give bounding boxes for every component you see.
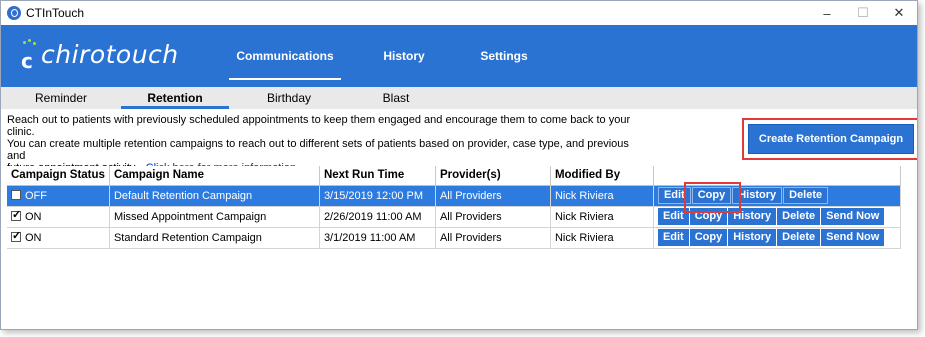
campaign-name-cell: Missed Appointment Campaign [109,206,320,228]
history-button[interactable]: History [728,229,777,246]
modified-by-cell: Nick Riviera [550,185,654,207]
tab-retention[interactable]: Retention [121,87,229,109]
status-cell[interactable]: ON [7,206,110,228]
edit-button[interactable]: Edit [657,229,689,246]
next-run-cell: 3/1/2019 11:00 AM [319,227,436,249]
nav-communications[interactable]: Communications [221,25,349,87]
status-checkbox[interactable] [11,189,21,200]
next-run-cell: 3/15/2019 12:00 PM [319,185,436,207]
copy-button[interactable]: Copy [689,229,728,246]
tab-reminder[interactable]: Reminder [1,87,121,109]
chirotouch-logo: c chirotouch [19,39,179,73]
campaign-table: Campaign Status Campaign Name Next Run T… [7,166,902,249]
edit-button[interactable]: Edit [657,187,691,204]
header-bar: c chirotouch Communications History Sett… [1,25,917,87]
send-now-button[interactable]: Send Now [821,229,885,246]
app-window: CTInTouch – ☐ ✕ c chirotouch Communicati… [0,0,918,330]
window-title: CTInTouch [26,6,85,20]
campaign-name-cell: Standard Retention Campaign [109,227,320,249]
description: Reach out to patients with previously sc… [7,114,637,174]
logo-text: chirotouch [41,39,179,69]
copy-button[interactable]: Copy [689,208,728,225]
actions-cell: Edit Copy History Delete Send Now [653,227,902,249]
col-campaign-name[interactable]: Campaign Name [109,166,320,186]
status-checkbox[interactable] [11,208,21,221]
subtab-bar: Reminder Retention Birthday Blast [1,87,917,109]
send-now-button[interactable]: Send Now [821,208,885,225]
actions-cell: Edit Copy History Delete Send Now [653,206,902,228]
delete-button[interactable]: Delete [783,187,829,204]
title-bar: CTInTouch – ☐ ✕ [1,1,917,25]
delete-button[interactable]: Delete [777,208,821,225]
maximize-button[interactable]: ☐ [845,1,881,25]
status-cell[interactable]: OFF [7,185,110,207]
description-line-1: Reach out to patients with previously sc… [7,114,631,138]
status-cell[interactable]: ON [7,227,110,249]
minimize-button[interactable]: – [809,1,845,25]
campaign-name-cell: Default Retention Campaign [109,185,320,207]
col-modified-by[interactable]: Modified By [550,166,654,186]
table-row[interactable]: ON Standard Retention Campaign 3/1/2019 … [7,227,902,249]
tab-blast[interactable]: Blast [349,87,443,109]
tab-birthday[interactable]: Birthday [229,87,349,109]
col-providers[interactable]: Provider(s) [435,166,551,186]
col-campaign-status[interactable]: Campaign Status [7,166,110,186]
delete-button[interactable]: Delete [777,229,821,246]
edit-button[interactable]: Edit [657,208,689,225]
create-button-highlight: Create Retention Campaign [742,118,917,160]
modified-by-cell: Nick Riviera [550,227,654,249]
providers-cell: All Providers [435,185,551,207]
nav-history[interactable]: History [349,25,459,87]
window-controls: – ☐ ✕ [809,1,917,25]
actions-cell: Edit Copy History Delete [653,185,902,207]
history-button[interactable]: History [728,208,777,225]
copy-button[interactable]: Copy [691,187,732,204]
providers-cell: All Providers [435,227,551,249]
status-checkbox[interactable] [11,229,21,242]
close-button[interactable]: ✕ [881,1,917,25]
table-row[interactable]: OFF Default Retention Campaign 3/15/2019… [7,185,902,207]
create-retention-campaign-button[interactable]: Create Retention Campaign [748,124,914,154]
description-line-2: You can create multiple retention campai… [7,138,629,162]
col-actions [653,166,902,186]
history-button[interactable]: History [732,187,783,204]
next-run-cell: 2/26/2019 11:00 AM [319,206,436,228]
nav-settings[interactable]: Settings [459,25,549,87]
col-next-run-time[interactable]: Next Run Time [319,166,436,186]
modified-by-cell: Nick Riviera [550,206,654,228]
main-nav: Communications History Settings [221,25,549,87]
logo-mark-icon: c [19,39,39,73]
table-header-row: Campaign Status Campaign Name Next Run T… [7,166,902,186]
app-logo-icon [7,6,21,20]
providers-cell: All Providers [435,206,551,228]
table-row[interactable]: ON Missed Appointment Campaign 2/26/2019… [7,206,902,228]
